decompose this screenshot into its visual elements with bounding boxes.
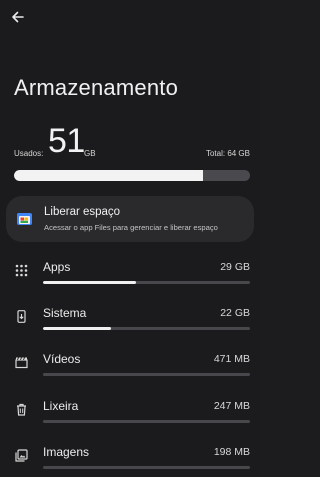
storage-usage-fill [14, 170, 203, 181]
category-size: 29 GB [220, 261, 250, 273]
category-label: Vídeos [43, 352, 81, 366]
category-usage-bar [43, 466, 250, 469]
video-clapper-icon [15, 357, 28, 369]
category-usage-bar [43, 281, 250, 284]
free-up-space-card[interactable]: Liberar espaço Acessar o app Files para … [6, 196, 254, 242]
category-label: Lixeira [43, 399, 79, 413]
category-videos[interactable]: Vídeos 471 MB [0, 351, 260, 387]
arrow-back-icon [12, 11, 24, 23]
category-size: 198 MB [213, 446, 250, 458]
category-usage-bar [43, 327, 250, 330]
category-size: 22 GB [220, 307, 250, 319]
used-value: 51 [48, 122, 85, 160]
image-icon [15, 449, 28, 462]
category-label: Imagens [43, 445, 90, 459]
category-imagens[interactable]: Imagens 198 MB [0, 444, 260, 477]
category-usage-bar [43, 373, 250, 376]
storage-screen: Armazenamento Usados: 51 GB Total: 64 GB… [0, 0, 260, 477]
category-usage-fill [43, 281, 137, 284]
category-sistema[interactable]: Sistema 22 GB [0, 305, 260, 341]
system-phone-icon [17, 310, 26, 323]
storage-usage-bar [14, 170, 250, 181]
total-capacity-label: Total: 64 GB [205, 149, 250, 158]
category-size: 247 MB [213, 400, 250, 412]
usage-summary: Usados: 51 GB Total: 64 GB [14, 122, 250, 160]
category-size: 471 MB [213, 353, 250, 365]
category-lixeira[interactable]: Lixeira 247 MB [0, 398, 260, 434]
files-app-icon [17, 213, 32, 225]
free-up-space-title: Liberar espaço [44, 206, 121, 218]
back-button[interactable] [8, 7, 28, 27]
category-label: Sistema [43, 306, 87, 320]
free-up-space-subtitle: Acessar o app Files para gerenciar e lib… [44, 223, 218, 232]
used-unit: GB [84, 149, 96, 158]
category-usage-bar [43, 420, 250, 423]
category-apps[interactable]: Apps 29 GB [0, 259, 260, 295]
category-label: Apps [43, 260, 71, 274]
apps-grid-icon [15, 264, 28, 277]
category-usage-fill [43, 327, 112, 330]
used-label: Usados: [14, 149, 44, 158]
trash-icon [17, 403, 26, 416]
page-title: Armazenamento [14, 75, 179, 100]
